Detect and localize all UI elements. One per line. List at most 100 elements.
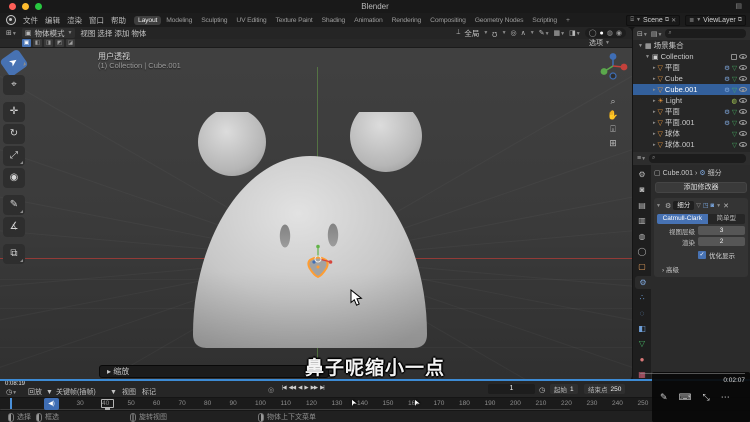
outliner-item[interactable]: ▸▽平面⚙▽ — [633, 106, 750, 117]
material-preview-shading-icon[interactable]: ◍ — [607, 29, 613, 37]
outliner-item[interactable]: ▸▽平面.001⚙▽ — [633, 117, 750, 128]
properties-tab-render[interactable]: ◙ — [635, 183, 649, 196]
measure-tool[interactable]: ∡ — [3, 217, 25, 237]
more-options-icon[interactable]: ⋯ — [721, 392, 730, 403]
cursor-tool[interactable]: ⌖ — [3, 75, 25, 95]
workspace-tab[interactable]: Texture Paint — [272, 16, 317, 25]
current-frame-field[interactable]: 1 — [488, 384, 535, 394]
window-menu-icon[interactable]: ▤ — [735, 2, 742, 10]
outliner-row-collection[interactable]: ▼ ▣ Collection — [633, 51, 750, 62]
visibility-eye-icon[interactable] — [739, 87, 747, 92]
outliner-item[interactable]: ▸☀Light◍ — [633, 95, 750, 106]
collection-checkbox[interactable] — [731, 54, 737, 60]
properties-tab-tool[interactable]: ⚙ — [635, 168, 649, 181]
right-eye[interactable] — [328, 224, 338, 247]
gizmo-y-handle[interactable] — [316, 245, 320, 249]
select-mode-3[interactable]: ◩ — [55, 39, 64, 47]
rotate-tool[interactable]: ↻ — [3, 124, 25, 144]
expand-icon[interactable]: ▸ — [653, 131, 656, 137]
tab-simple[interactable]: 简单型 — [708, 214, 745, 224]
properties-tab-object[interactable]: ▢ — [635, 260, 649, 273]
wireframe-shading-icon[interactable]: ◯ — [589, 29, 597, 37]
visibility-eye-icon[interactable] — [739, 120, 747, 125]
right-ear[interactable] — [350, 112, 422, 172]
navigation-gizmo[interactable] — [597, 50, 629, 82]
render-toggle-icon[interactable]: ◙ — [711, 203, 715, 209]
scale-tool[interactable]: ⤢ — [3, 146, 25, 166]
breadcrumb-object[interactable]: Cube.001 — [663, 170, 693, 177]
breadcrumb-modifier[interactable]: 细分 — [708, 168, 722, 178]
menu-窗口[interactable]: 窗口 — [89, 15, 104, 26]
menu-view[interactable]: 视图 — [122, 387, 136, 397]
advanced-section[interactable]: › 高级 — [662, 264, 746, 274]
properties-search-input[interactable]: ⌕ — [649, 154, 746, 163]
expand-icon[interactable]: ▸ — [653, 98, 656, 104]
menu-keying[interactable]: 关键帧(插帧) — [56, 387, 96, 397]
visibility-eye-icon[interactable] — [739, 109, 747, 114]
visibility-eye-icon[interactable] — [739, 131, 747, 136]
properties-tab-modifiers[interactable]: ⚙ — [635, 276, 651, 289]
viewport-menu[interactable]: 视图 — [80, 29, 95, 38]
next-keyframe-button[interactable]: ▶▶ — [311, 385, 317, 391]
edit-mode-toggle-icon[interactable]: ▽ — [696, 202, 701, 209]
expand-icon[interactable]: ▸ — [653, 109, 656, 115]
add-modifier-button[interactable]: 添加修改器 — [655, 182, 747, 193]
levels-viewport-field[interactable]: 3 — [698, 226, 745, 235]
expand-icon[interactable]: ▸ — [653, 65, 656, 71]
modifier-extras-icon[interactable]: ▼ — [716, 203, 721, 209]
left-eye[interactable] — [280, 225, 290, 248]
expand-icon[interactable]: ▸ — [653, 87, 656, 93]
orientation-dropdown[interactable]: 全局 — [464, 28, 479, 39]
pan-hand-icon[interactable]: ✋ — [606, 109, 620, 121]
outliner-display-mode-icon[interactable]: ▤▼ — [651, 30, 663, 38]
properties-tab-object-data[interactable]: ▽ — [635, 337, 649, 350]
select-mode-2[interactable]: ◨ — [44, 39, 53, 47]
new-view-layer-icon[interactable]: ⧉ — [738, 17, 742, 24]
keyboard-icon[interactable]: ⌨ — [679, 392, 692, 403]
collapse-icon[interactable]: ▼ — [645, 54, 650, 60]
snap-magnet-icon[interactable]: Ω — [492, 30, 497, 37]
properties-tab-physics[interactable]: ◌ — [635, 307, 649, 320]
jump-to-end-button[interactable]: ▶| — [320, 385, 324, 391]
menu-playback[interactable]: 回放 — [28, 387, 42, 397]
menu-marker[interactable]: 标记 — [142, 387, 156, 397]
visibility-eye-icon[interactable] — [739, 98, 747, 103]
proportional-falloff-icon[interactable]: ∧ — [521, 29, 526, 37]
collapse-icon[interactable]: ▼ — [638, 43, 643, 49]
editor-type-icon[interactable]: ⊞▼ — [6, 29, 17, 37]
outliner-row-scene-collection[interactable]: ▼ ▦ 场景集合 — [633, 40, 750, 51]
xray-toggle-icon[interactable]: ◨▼ — [569, 29, 581, 37]
rendered-shading-icon[interactable]: ◉ — [616, 29, 622, 37]
workspace-tab[interactable]: Layout — [134, 16, 161, 25]
menu-渲染[interactable]: 渲染 — [67, 15, 82, 26]
new-scene-icon[interactable]: ⧉ — [665, 17, 669, 24]
realtime-toggle-icon[interactable]: ◳ — [703, 202, 709, 209]
view-layer-selector[interactable]: ≣ ▼ ViewLayer ⧉ — [685, 15, 746, 26]
properties-tab-view-layer[interactable]: ▥ — [635, 214, 649, 227]
expand-icon[interactable]: ▸ — [653, 120, 656, 126]
show-gizmo-icon[interactable]: ✎▼ — [539, 29, 550, 37]
close-icon[interactable]: ✕ — [723, 202, 729, 210]
proportional-editing-icon[interactable]: ◎ — [511, 29, 517, 37]
workspace-tab[interactable]: Geometry Nodes — [471, 16, 528, 25]
outliner-search-input[interactable]: ⌕ — [665, 29, 746, 38]
outliner-item[interactable]: ▸▽球体.001▽ — [633, 139, 750, 150]
visibility-eye-icon[interactable] — [739, 54, 747, 59]
workspace-tab[interactable]: Modeling — [162, 16, 196, 25]
options-dropdown[interactable]: 选项 ▼ — [589, 38, 610, 48]
workspace-tab[interactable]: Rendering — [388, 16, 426, 25]
pencil-icon[interactable]: ✎ — [660, 392, 668, 403]
zoom-icon[interactable]: ⌕ — [606, 95, 620, 107]
annotate-tool[interactable]: ✎ — [3, 195, 25, 215]
viewport-menu[interactable]: 物体 — [131, 29, 146, 38]
operator-panel[interactable]: ▸ 缩放 — [99, 365, 329, 378]
shrink-icon[interactable]: ⤡ — [703, 392, 710, 403]
menu-文件[interactable]: 文件 — [23, 15, 38, 26]
add-workspace-button[interactable]: + — [562, 16, 574, 25]
timeline-editor[interactable]: 0:08:19 ◷▼ 回放 ▼ 关键帧(插帧) ▼ 视图 标记 ◎ |◀◀◀◀▶… — [0, 381, 750, 410]
outliner-filter-icon[interactable]: ⊟▼ — [637, 30, 648, 38]
play-reverse-button[interactable]: ◀ — [298, 385, 301, 391]
left-ear[interactable] — [198, 112, 266, 176]
frame-start-field[interactable]: 起始1 — [550, 384, 578, 394]
outliner-item[interactable]: ▸▽Cube.001⚙▽ — [633, 84, 750, 95]
